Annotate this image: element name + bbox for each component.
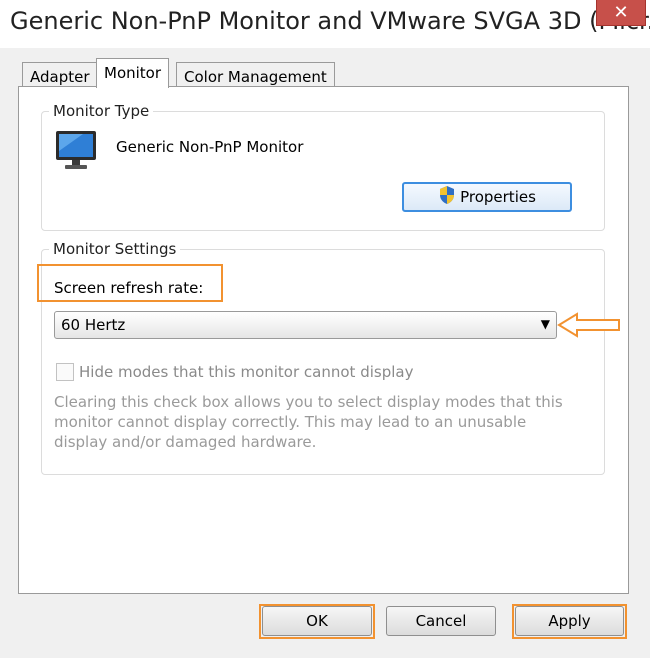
hide-modes-description: Clearing this check box allows you to se… — [54, 393, 563, 451]
refresh-rate-select[interactable]: 60 Hertz ▼ — [54, 311, 557, 339]
cancel-button[interactable]: Cancel — [386, 606, 496, 636]
shield-icon — [438, 185, 456, 209]
window-title: Generic Non-PnP Monitor and VMware SVGA … — [10, 7, 650, 35]
tab-monitor-label: Monitor — [104, 64, 162, 82]
tab-adapter[interactable]: Adapter — [22, 62, 98, 88]
properties-button[interactable]: Properties — [402, 182, 572, 212]
monitor-type-label: Monitor Type — [49, 102, 154, 120]
monitor-settings-label: Monitor Settings — [49, 240, 181, 258]
dropdown-arrow-icon: ▼ — [540, 317, 550, 331]
tab-monitor[interactable]: Monitor — [96, 58, 170, 88]
tab-adapter-label: Adapter — [30, 68, 90, 86]
ok-button[interactable]: OK — [262, 606, 372, 636]
monitor-icon — [53, 129, 99, 177]
close-icon: ✕ — [613, 2, 629, 23]
properties-label: Properties — [460, 188, 536, 206]
refresh-rate-value: 60 Hertz — [61, 316, 126, 334]
close-button[interactable]: ✕ — [596, 0, 646, 26]
monitor-type-group — [41, 111, 605, 231]
monitor-tab-panel: Monitor Type Generic Non-PnP Monitor Pro… — [18, 86, 629, 594]
cancel-label: Cancel — [415, 612, 467, 630]
ok-label: OK — [306, 612, 328, 630]
hide-modes-label: Hide modes that this monitor cannot disp… — [79, 363, 414, 381]
apply-button[interactable]: Apply — [515, 606, 624, 636]
refresh-rate-label: Screen refresh rate: — [54, 279, 204, 297]
callout-arrow-icon — [557, 312, 621, 342]
hide-modes-checkbox[interactable] — [56, 363, 74, 381]
tab-color-management-label: Color Management — [184, 68, 327, 86]
monitor-name: Generic Non-PnP Monitor — [116, 138, 304, 156]
tab-color-management[interactable]: Color Management — [176, 62, 335, 88]
apply-label: Apply — [548, 612, 591, 630]
title-bar: Generic Non-PnP Monitor and VMware SVGA … — [0, 0, 650, 48]
